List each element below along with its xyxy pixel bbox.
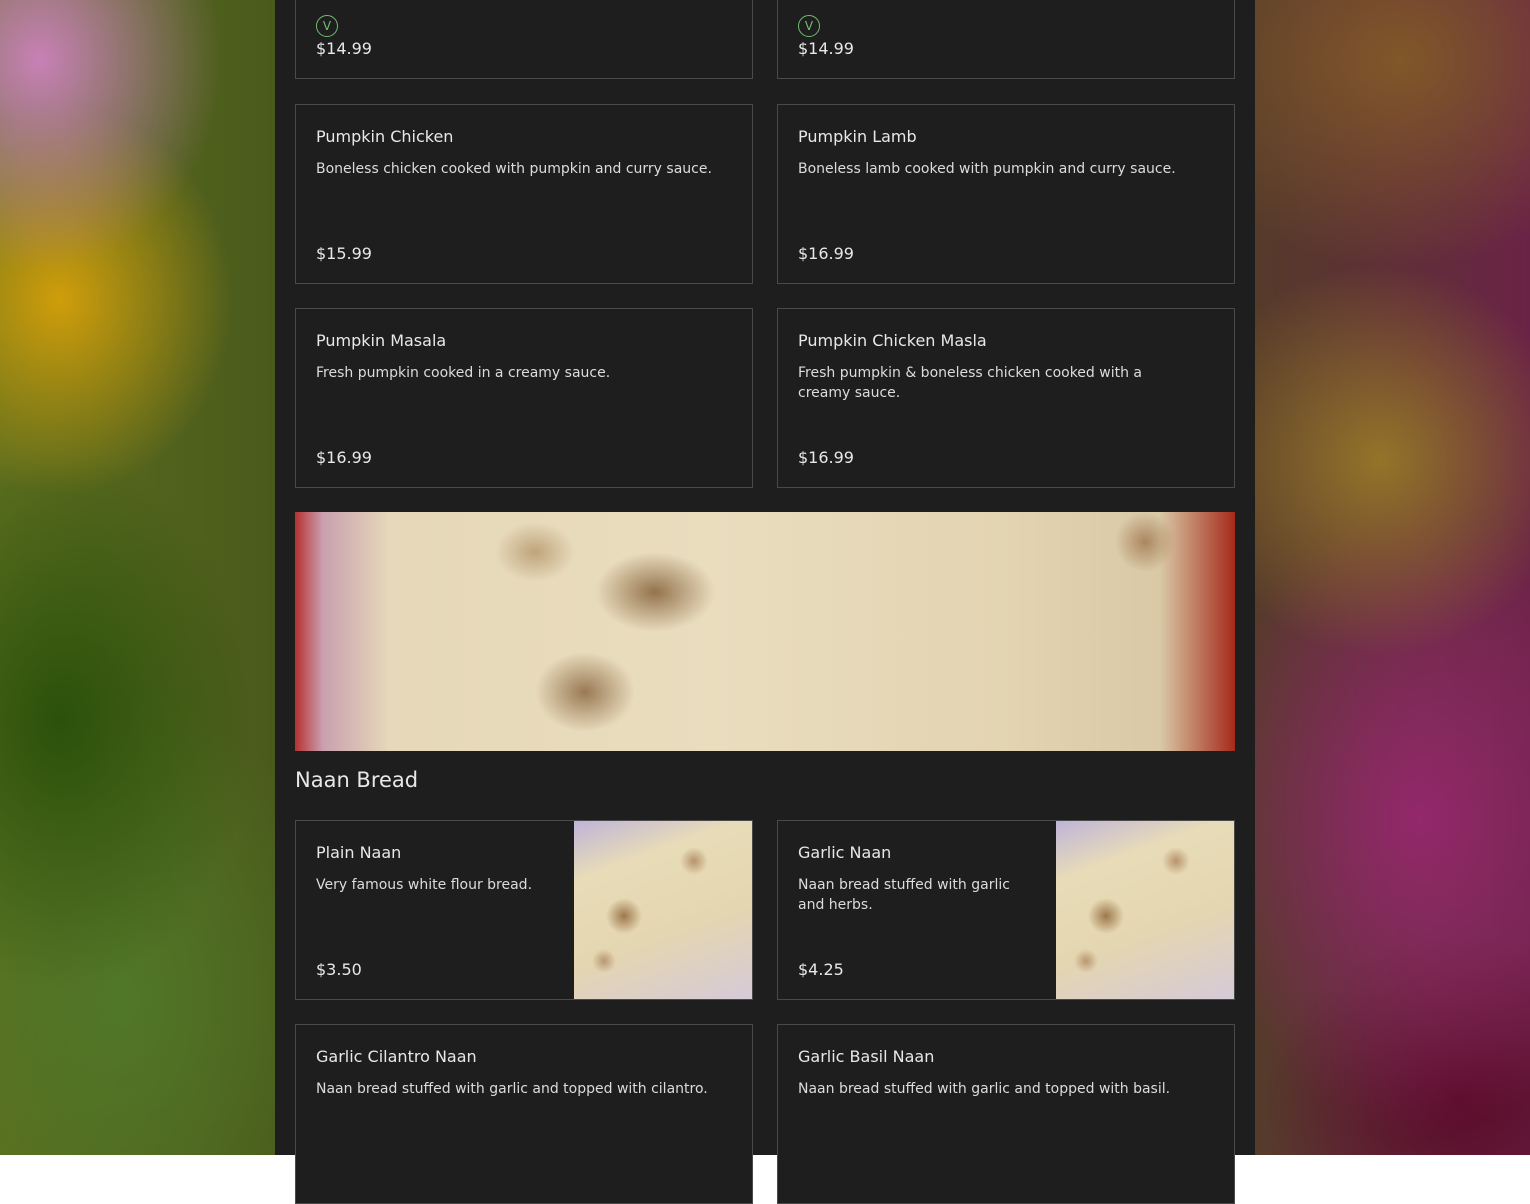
- item-price: $3.50: [316, 960, 362, 979]
- item-image: [1056, 821, 1234, 999]
- vegetarian-icon: V: [316, 15, 338, 37]
- item-price: $16.99: [316, 448, 372, 467]
- item-image: [574, 821, 752, 999]
- menu-item-card[interactable]: Pumpkin Chicken Boneless chicken cooked …: [295, 104, 753, 284]
- item-description: Very famous white flour bread.: [316, 877, 533, 893]
- vegetarian-icon: V: [798, 15, 820, 37]
- item-name: Pumpkin Chicken: [316, 127, 454, 146]
- item-name: Garlic Cilantro Naan: [316, 1047, 477, 1066]
- item-price: $14.99: [316, 39, 372, 58]
- menu-item-card[interactable]: Garlic Basil Naan Naan bread stuffed wit…: [777, 1024, 1235, 1204]
- item-price: $15.99: [316, 244, 372, 263]
- item-description: Fresh pumpkin & boneless chicken cooked …: [798, 365, 1142, 401]
- item-price: $4.25: [798, 960, 844, 979]
- section-title: Naan Bread: [295, 768, 419, 792]
- menu-item-card[interactable]: Plain Naan Very famous white flour bread…: [295, 820, 753, 1000]
- item-price: $16.99: [798, 244, 854, 263]
- item-description: Fresh pumpkin cooked in a creamy sauce.: [316, 365, 611, 381]
- item-name: Garlic Basil Naan: [798, 1047, 935, 1066]
- item-name: Pumpkin Chicken Masla: [798, 331, 987, 350]
- item-name: Plain Naan: [316, 843, 402, 862]
- menu-item-card[interactable]: Pumpkin Chicken Masla Fresh pumpkin & bo…: [777, 308, 1235, 488]
- menu-panel: V $14.99 V $14.99 Pumpkin Chicken Bonele…: [275, 0, 1255, 1204]
- item-price: $16.99: [798, 448, 854, 467]
- menu-item-card[interactable]: Garlic Cilantro Naan Naan bread stuffed …: [295, 1024, 753, 1204]
- item-description: Naan bread stuffed with garlic and herbs…: [798, 877, 1010, 913]
- menu-item-card[interactable]: V $14.99: [295, 0, 753, 79]
- item-price: $14.99: [798, 39, 854, 58]
- section-banner-image: [295, 512, 1235, 751]
- item-name: Pumpkin Lamb: [798, 127, 917, 146]
- menu-item-card[interactable]: Pumpkin Lamb Boneless lamb cooked with p…: [777, 104, 1235, 284]
- item-name: Pumpkin Masala: [316, 331, 447, 350]
- menu-item-card[interactable]: V $14.99: [777, 0, 1235, 79]
- item-description: Naan bread stuffed with garlic and toppe…: [316, 1081, 708, 1097]
- item-name: Garlic Naan: [798, 843, 892, 862]
- item-description: Boneless chicken cooked with pumpkin and…: [316, 161, 712, 177]
- item-description: Boneless lamb cooked with pumpkin and cu…: [798, 161, 1176, 177]
- item-description: Naan bread stuffed with garlic and toppe…: [798, 1081, 1171, 1097]
- menu-item-card[interactable]: Pumpkin Masala Fresh pumpkin cooked in a…: [295, 308, 753, 488]
- menu-item-card[interactable]: Garlic Naan Naan bread stuffed with garl…: [777, 820, 1235, 1000]
